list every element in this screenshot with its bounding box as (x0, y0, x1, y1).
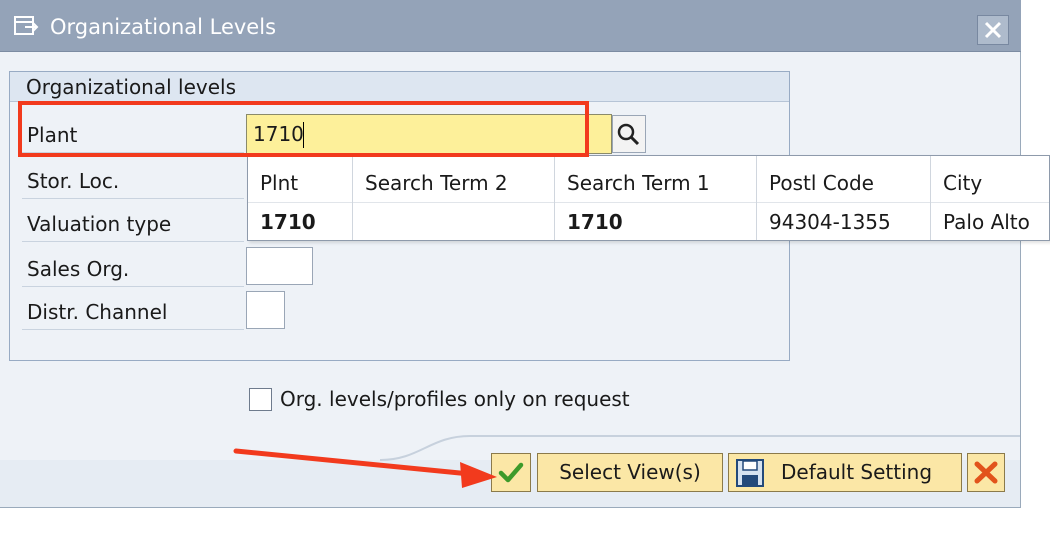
sales-org-label: Sales Org. (27, 257, 130, 281)
plant-highlight-annotation (18, 101, 589, 157)
dropdown-column-postl-code: Postl Code 94304-1355 (756, 156, 930, 240)
save-disk-icon (735, 458, 765, 500)
magnifier-icon (613, 123, 645, 156)
dropdown-header-plnt: Plnt (260, 171, 299, 195)
distribution-channel-label-underline (22, 329, 244, 330)
dropdown-header-search-term-2: Search Term 2 (365, 171, 508, 195)
default-setting-label: Default Setting (781, 460, 933, 484)
distribution-channel-label: Distr. Channel (27, 300, 168, 324)
dialog-window-icon (13, 14, 39, 38)
group-title: Organizational levels (26, 75, 237, 99)
sales-org-label-underline (22, 286, 244, 287)
dropdown-cell-search-term-1[interactable]: 1710 (567, 210, 623, 234)
distribution-channel-input[interactable] (246, 291, 285, 329)
dropdown-column-plnt: Plnt 1710 (248, 156, 352, 240)
dropdown-cell-city[interactable]: Palo Alto (943, 210, 1030, 234)
plant-value-help-dropdown: Plnt 1710 Search Term 2 Search Term 1 17… (247, 155, 1050, 241)
default-setting-button[interactable]: Default Setting (728, 453, 962, 492)
organizational-levels-dialog: Organizational Levels Organizational lev… (0, 0, 1050, 508)
org-levels-on-request-label[interactable]: Org. levels/profiles only on request (280, 387, 630, 411)
storage-location-label: Stor. Loc. (27, 169, 120, 193)
group-header: Organizational levels (10, 72, 789, 102)
valuation-type-label-underline (22, 241, 244, 242)
valuation-type-label: Valuation type (27, 212, 172, 236)
checkmark-icon (492, 462, 530, 496)
close-button[interactable] (977, 15, 1009, 45)
cancel-button[interactable] (967, 453, 1005, 492)
dropdown-column-search-term-2: Search Term 2 (352, 156, 554, 240)
sales-org-input[interactable] (246, 247, 313, 285)
confirm-button[interactable] (491, 453, 531, 492)
dialog-title: Organizational Levels (50, 15, 277, 39)
dropdown-column-city: City Palo Alto (930, 156, 1049, 240)
dialog-titlebar: Organizational Levels (0, 0, 1021, 52)
dropdown-cell-postl-code[interactable]: 94304-1355 (769, 210, 891, 234)
dropdown-header-city: City (943, 171, 983, 195)
org-levels-on-request-checkbox[interactable] (249, 388, 272, 411)
select-views-label: Select View(s) (559, 460, 701, 484)
dropdown-header-search-term-1: Search Term 1 (567, 171, 710, 195)
close-icon (978, 21, 1008, 48)
select-views-button[interactable]: Select View(s) (537, 453, 723, 492)
dropdown-cell-plnt[interactable]: 1710 (260, 210, 316, 234)
dropdown-column-search-term-1: Search Term 1 1710 (554, 156, 756, 240)
storage-location-label-underline (22, 198, 244, 199)
dropdown-header-postl-code: Postl Code (769, 171, 874, 195)
plant-search-button[interactable] (612, 115, 646, 153)
cancel-icon (968, 461, 1004, 496)
